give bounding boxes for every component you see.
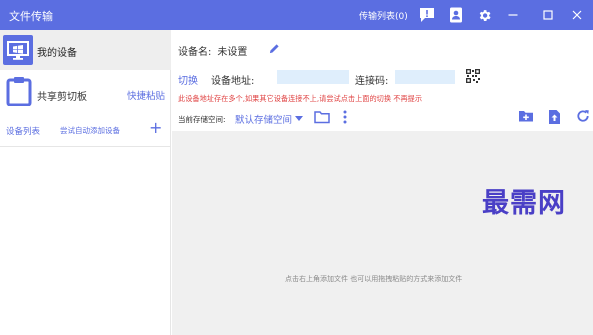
folder-icon[interactable] — [314, 110, 330, 127]
dropdown-caret-icon[interactable] — [295, 116, 303, 121]
auto-add-device-link[interactable]: 尝试自动添加设备 — [60, 125, 120, 136]
upload-file-icon[interactable] — [548, 109, 561, 128]
device-address-value — [277, 70, 349, 84]
multi-address-warning: 此设备地址存在多个,如果其它设备连接不上,请尝试点击上面的切换 不再提示 — [178, 94, 423, 103]
connection-code-label: 连接码: — [355, 76, 389, 87]
qr-code-icon[interactable] — [466, 69, 480, 86]
device-address-label: 设备地址: — [211, 76, 255, 87]
storage-select[interactable]: 默认存储空间 — [235, 112, 292, 126]
app-title: 文件传输 — [9, 10, 53, 23]
maximize-icon[interactable] — [539, 6, 557, 24]
watermark-logo: 最需网 — [482, 188, 566, 219]
file-drop-area[interactable]: 点击右上角添加文件 也可以用拖拽粘贴的方式来添加文件 — [172, 131, 593, 335]
message-icon[interactable] — [418, 6, 436, 24]
divider — [0, 146, 171, 147]
add-device-button[interactable]: + — [149, 120, 162, 136]
device-name-row: 设备名: 未设置 — [178, 43, 247, 58]
sidebar: 我的设备 共享剪切板 快捷粘贴 设备列表 尝试自动添加设备 + — [0, 30, 171, 335]
my-device-item[interactable]: 我的设备 — [0, 30, 171, 70]
monitor-icon — [3, 35, 33, 65]
settings-gear-icon[interactable] — [475, 6, 493, 24]
title-bar: 文件传输 传输列表(0) — [0, 0, 593, 30]
edit-pencil-icon[interactable] — [269, 43, 280, 57]
transfer-list-button[interactable]: 传输列表(0) — [359, 9, 408, 22]
contact-card-icon[interactable] — [447, 6, 465, 24]
clipboard-label: 共享剪切板 — [37, 92, 87, 103]
new-folder-icon[interactable] — [518, 109, 534, 126]
connection-code-value — [395, 70, 455, 84]
more-options-icon[interactable] — [342, 110, 348, 127]
clipboard-icon — [6, 76, 32, 109]
minimize-icon[interactable] — [504, 6, 522, 24]
my-device-label: 我的设备 — [37, 48, 77, 59]
device-name-label: 设备名: — [178, 47, 212, 58]
switch-address-link[interactable]: 切换 — [178, 72, 198, 87]
quick-paste-link[interactable]: 快捷粘贴 — [127, 88, 165, 102]
main-panel: 设备名: 未设置 切换 设备地址: 连接码: 此设备地址存在多个,如果其它设备连接… — [172, 30, 593, 335]
device-list-tab[interactable]: 设备列表 — [6, 125, 40, 137]
refresh-icon[interactable] — [576, 109, 590, 126]
close-icon[interactable] — [568, 6, 586, 24]
empty-hint-text: 点击右上角添加文件 也可以用拖拽粘贴的方式来添加文件 — [285, 275, 463, 283]
device-name-value: 未设置 — [217, 47, 248, 58]
storage-label: 当前存储空间: — [178, 115, 226, 124]
